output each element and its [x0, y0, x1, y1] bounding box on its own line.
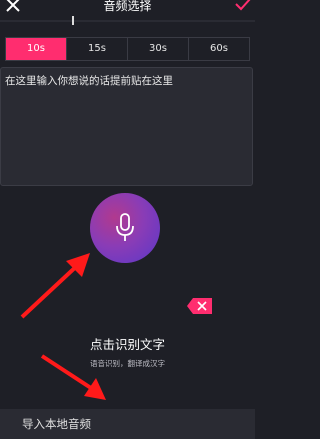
tab-15s[interactable]: 15s [66, 38, 127, 60]
duration-tabs: 10s 15s 30s 60s [5, 37, 250, 61]
progress-track [0, 20, 255, 22]
annotation-arrow-icon [40, 354, 106, 400]
bottom-bar: 导入本地音频 [0, 409, 255, 439]
header-bar: 音频选择 [0, 0, 255, 26]
record-button[interactable] [90, 193, 160, 263]
tab-30s[interactable]: 30s [127, 38, 188, 60]
backspace-icon[interactable] [186, 297, 213, 315]
page-title: 音频选择 [103, 0, 152, 13]
speech-text-value: 在这里输入你想说的话提前贴在这里 [5, 75, 173, 87]
import-local-audio-button[interactable]: 导入本地音频 [22, 416, 91, 432]
tab-60s[interactable]: 60s [188, 38, 249, 60]
annotation-arrow-icon [20, 253, 90, 319]
speech-text-input[interactable]: 在这里输入你想说的话提前贴在这里 [0, 67, 253, 186]
tab-10s[interactable]: 10s [6, 38, 66, 60]
progress-handle[interactable] [72, 16, 74, 25]
microphone-icon [116, 213, 134, 241]
checkmark-icon[interactable] [235, 0, 251, 12]
